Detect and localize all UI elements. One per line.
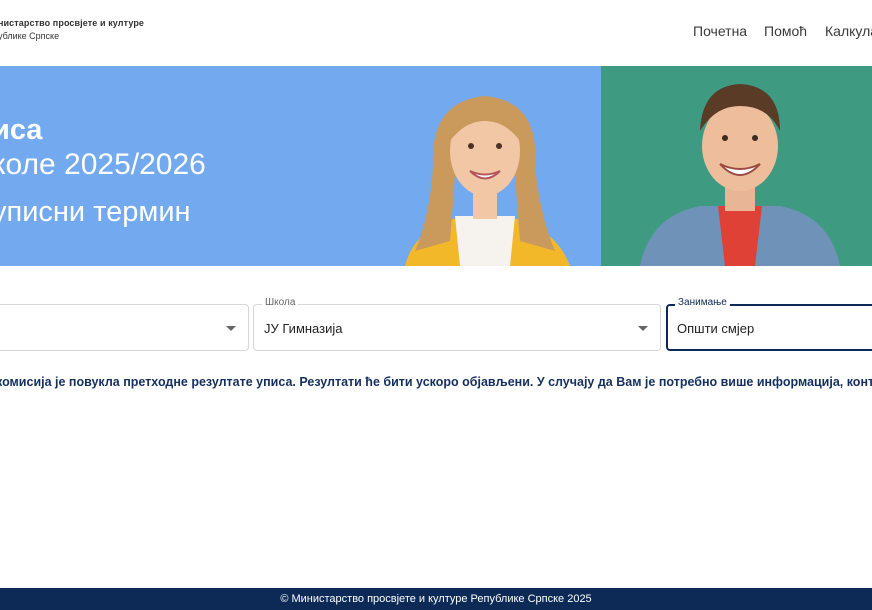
site-footer: © Министарство просвјете и културе Репуб… bbox=[0, 588, 872, 610]
student-girl-photo bbox=[405, 96, 570, 266]
site-header: нистарство просвјете и културе ублике Ср… bbox=[0, 0, 872, 66]
school-select-value: ЈУ Гимназија bbox=[264, 321, 343, 336]
hero-banner: иса коле 2025/2026 уписни термин bbox=[0, 66, 872, 266]
hero-subtitle: уписни термин bbox=[0, 196, 191, 228]
chevron-down-icon bbox=[638, 326, 648, 331]
results-notice: комисија је повукла претходне резултате … bbox=[0, 375, 872, 389]
nav-home-link[interactable]: Почетна bbox=[693, 23, 747, 39]
occupation-select-label: Занимање bbox=[675, 297, 730, 308]
first-select[interactable] bbox=[0, 304, 249, 351]
student-boy-photo bbox=[640, 84, 840, 266]
nav-calculator-link[interactable]: Калкула bbox=[825, 23, 872, 39]
chevron-down-icon bbox=[226, 326, 236, 331]
hero-title: иса bbox=[0, 114, 43, 146]
school-select-label: Школа bbox=[262, 297, 299, 308]
occupation-select-value: Општи смјер bbox=[677, 321, 755, 336]
school-select[interactable]: Школа ЈУ Гимназија bbox=[253, 297, 661, 351]
main-nav: Почетна Помоћ Калкула bbox=[0, 23, 872, 43]
nav-help-link[interactable]: Помоћ bbox=[764, 23, 807, 39]
hero-school-year: коле 2025/2026 bbox=[0, 148, 206, 181]
occupation-select[interactable]: Занимање Општи смјер bbox=[666, 297, 872, 351]
